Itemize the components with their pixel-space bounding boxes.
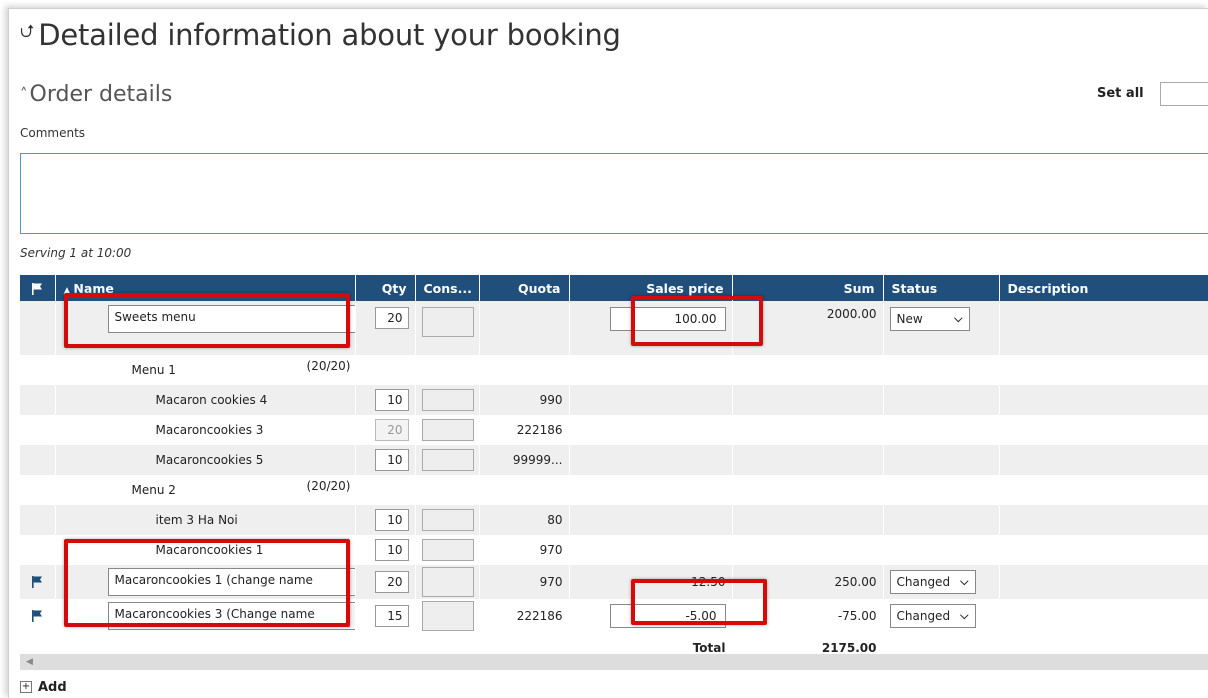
qty-input[interactable]: 10 <box>374 539 409 561</box>
table-row: Sweets menu⤡ 20 100.00 2000.00 New⌵ <box>20 301 1208 355</box>
set-all-label: Set all <box>1097 86 1144 101</box>
order-table: ▲ Name Qty Cons... Quota Sales price Sum … <box>20 275 1208 663</box>
quota-cell: 99999... <box>479 445 570 475</box>
cons-input[interactable] <box>421 389 474 411</box>
sum-cell: 250.00 <box>732 565 884 599</box>
chevron-down-icon: ⌵ <box>954 312 963 325</box>
qty-input[interactable]: 15 <box>374 605 409 627</box>
section-header-order-details[interactable]: ˄Order details <box>20 82 172 107</box>
table-row: Macaroncookies 3 (Change name⤡ 15 222186… <box>20 599 1208 633</box>
table-header-row: ▲ Name Qty Cons... Quota Sales price Sum … <box>20 275 1208 301</box>
add-button[interactable]: + Add <box>20 680 67 695</box>
qty-input[interactable]: 10 <box>374 449 409 471</box>
horizontal-scrollbar[interactable]: ◀ <box>20 654 1208 670</box>
qty-input[interactable]: 20 <box>374 571 409 593</box>
item-name-cell: Macaroncookies 1 <box>55 535 356 565</box>
item-name-input[interactable]: Sweets menu⤡ <box>107 305 354 333</box>
comments-label: Comments <box>20 126 86 140</box>
qty-input[interactable]: 10 <box>374 389 409 411</box>
table-row: Menu 2 (20/20) <box>20 475 1208 505</box>
qty-input: 20 <box>374 419 409 441</box>
item-name-input[interactable]: Macaroncookies 3 (Change name⤡ <box>107 602 354 630</box>
cons-input[interactable] <box>421 539 474 561</box>
sales-price-cell: 12.50 <box>569 565 733 599</box>
column-header-status[interactable]: Status <box>883 275 1000 301</box>
cons-input[interactable] <box>421 449 474 471</box>
quota-cell: 222186 <box>479 599 570 633</box>
cons-input[interactable] <box>421 419 474 441</box>
cons-input[interactable] <box>421 307 474 337</box>
chevron-up-icon[interactable]: ˄ <box>20 85 28 103</box>
status-select[interactable]: New ⌵ <box>889 307 970 331</box>
item-name-cell: Macaroncookies 5 <box>55 445 356 475</box>
menu-group-count: (20/20) <box>306 479 351 493</box>
item-name-input[interactable]: Macaroncookies 1 (change name⤡ <box>107 568 354 596</box>
quota-cell: 970 <box>479 535 570 565</box>
cons-input[interactable] <box>421 567 474 597</box>
column-header-sum[interactable]: Sum <box>732 275 884 301</box>
double-chevron-up-icon[interactable]: ⮍ <box>20 21 34 42</box>
status-select[interactable]: Changed ⌵ <box>889 570 976 594</box>
quota-cell: 970 <box>479 565 570 599</box>
table-row: item 3 Ha Noi 10 80 <box>20 505 1208 535</box>
table-row: Macaroncookies 5 10 99999... <box>20 445 1208 475</box>
spinner-icon[interactable] <box>348 570 354 594</box>
menu-group-label: Menu 1 <box>131 363 176 377</box>
chevron-down-icon: ⌵ <box>960 609 969 622</box>
quota-cell: 80 <box>479 505 570 535</box>
item-name-cell: Macaron cookies 4 <box>55 385 356 415</box>
column-header-sales-price[interactable]: Sales price <box>569 275 733 301</box>
status-select[interactable]: Changed ⌵ <box>889 604 976 628</box>
serving-label: Serving 1 at 10:00 <box>20 246 132 260</box>
table-row: Macaroncookies 1 10 970 <box>20 535 1208 565</box>
chevron-down-icon: ⌵ <box>960 575 969 588</box>
comments-textarea[interactable] <box>20 153 1208 234</box>
quota-cell: 990 <box>479 385 570 415</box>
sum-cell: -75.00 <box>732 599 884 633</box>
menu-group-count: (20/20) <box>306 359 351 373</box>
quota-cell <box>479 301 570 355</box>
table-row: Menu 1 (20/20) <box>20 355 1208 385</box>
flag-icon[interactable] <box>30 609 44 623</box>
sales-price-input[interactable]: -5.00 <box>609 604 726 628</box>
table-row: Macaroncookies 3 20 222186 <box>20 415 1208 445</box>
qty-input[interactable]: 20 <box>374 307 409 329</box>
row-flag[interactable] <box>20 565 56 599</box>
item-name-cell: item 3 Ha Noi <box>55 505 356 535</box>
flag-icon[interactable] <box>30 575 44 589</box>
flag-icon <box>32 282 43 295</box>
flag-column-header[interactable] <box>20 275 56 301</box>
menu-group-label: Menu 2 <box>131 483 176 497</box>
quota-cell: 222186 <box>479 415 570 445</box>
column-header-quota[interactable]: Quota <box>479 275 570 301</box>
plus-icon: + <box>20 680 32 693</box>
table-row: Macaroncookies 1 (change name⤡ 20 970 12… <box>20 565 1208 599</box>
cons-input[interactable] <box>421 601 474 631</box>
table-row: Macaron cookies 4 10 990 <box>20 385 1208 415</box>
column-header-name[interactable]: ▲ Name <box>55 275 356 301</box>
qty-input[interactable]: 10 <box>374 509 409 531</box>
column-header-cons[interactable]: Cons... <box>415 275 480 301</box>
row-flag[interactable] <box>20 599 56 633</box>
page-title[interactable]: ⮍ Detailed information about your booking <box>20 18 621 52</box>
column-header-description[interactable]: Description <box>999 275 1208 301</box>
cons-input[interactable] <box>421 509 474 531</box>
sort-ascending-icon: ▲ <box>63 285 71 296</box>
column-header-qty[interactable]: Qty <box>355 275 416 301</box>
item-name-cell: Macaroncookies 3 <box>55 415 356 445</box>
sum-cell: 2000.00 <box>732 301 884 355</box>
spinner-icon[interactable] <box>348 604 354 628</box>
scroll-left-icon[interactable]: ◀ <box>26 654 33 670</box>
set-all-input[interactable] <box>1160 82 1208 106</box>
sales-price-input[interactable]: 100.00 <box>609 307 726 331</box>
